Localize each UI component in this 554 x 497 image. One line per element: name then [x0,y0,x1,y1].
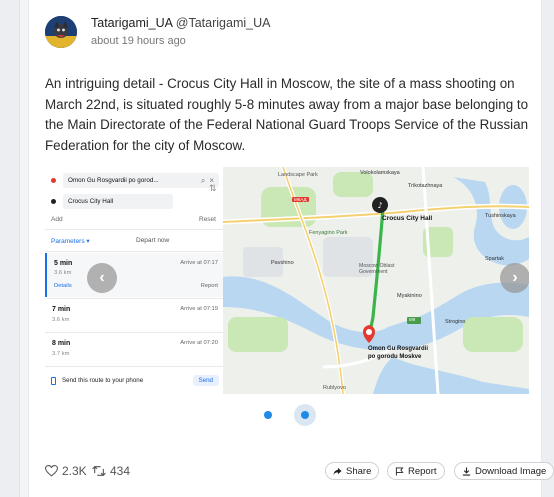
post-image-carousel[interactable]: Omon Gu Rosgvardii po gorod... ⌕ × ⇅ Cro… [45,167,529,394]
map-label-moscow-oblast-gov: Moscow Oblast Government [359,263,395,275]
download-image-button[interactable]: Download Image [454,462,554,480]
from-dot-icon [51,178,56,183]
phone-icon [51,376,56,385]
report-label: Report [408,465,437,477]
route-duration: 7 min [52,306,71,313]
download-label: Download Image [475,465,547,477]
map-label-spartak: Spartak [485,256,504,262]
swap-icon[interactable]: ⇅ [209,183,217,194]
author-avatar[interactable] [45,16,77,48]
repost-count: 434 [110,464,131,478]
route-to-field[interactable]: Crocus City Hall [68,198,168,205]
share-label: Share [346,465,372,477]
to-dot-icon [51,199,56,204]
route-from-row[interactable]: Omon Gu Rosgvardii po gorod... ⌕ × [51,173,219,188]
route-from-field[interactable]: Omon Gu Rosgvardii po gorod... [68,177,201,184]
carousel-dot[interactable] [264,411,272,419]
send-route-row: Send this route to your phone Send [51,375,219,386]
route-to-row[interactable]: Crocus City Hall [51,194,219,209]
route-distance: 3.6 km [52,317,70,323]
map-label-rublyovo: Rublyovo [323,385,346,391]
repost-stat[interactable]: 434 [92,464,130,478]
left-rail [0,0,20,497]
report-button[interactable]: Report [387,462,445,480]
map-label-tushinskaya: Tushinskaya [485,213,516,219]
author-line[interactable]: Tatarigami_UA @Tatarigami_UA [91,16,270,30]
map-label-trikotazhnaya: Trikotazhnaya [408,183,443,189]
author-name[interactable]: Tatarigami_UA [91,16,172,30]
post-footer: 2.3K 434 Share Report Download Image [45,462,554,482]
add-stop-link[interactable]: Add [51,216,63,223]
svg-text:♪: ♪ [377,201,382,210]
carousel-prev-button[interactable]: ‹ [87,263,117,293]
carousel-next-button[interactable]: › [500,263,529,293]
send-route-button[interactable]: Send [192,375,219,386]
map-label-myakinino: Myakinino [397,293,422,299]
flag-icon [395,466,404,476]
carousel-dot-active[interactable] [301,411,309,419]
share-button[interactable]: Share [325,462,380,480]
heart-icon [45,465,58,477]
route-duration: 5 min [54,260,73,267]
route-panel: Omon Gu Rosgvardii po gorod... ⌕ × ⇅ Cro… [45,167,223,394]
route-option[interactable]: 7 min 3.6 km Arrive at 07:19 [45,300,223,330]
route-option[interactable]: 8 min 3.7 km Arrive at 07:20 [45,334,223,364]
like-count: 2.3K [62,464,87,478]
divider [45,229,223,230]
route-details-link[interactable]: Details [54,283,72,289]
repost-icon [92,465,106,477]
route-arrival: Arrive at 07:20 [180,340,218,346]
divider [45,251,223,252]
carousel-pagination [29,404,543,426]
post-text: An intriguing detail - Crocus City Hall … [45,76,529,153]
route-distance: 3.7 km [52,351,70,357]
route-option[interactable]: 5 min 3.6 km Arrive at 07:17 Details Rep… [45,253,223,297]
route-arrival: Arrive at 07:19 [180,306,218,312]
map-road-number: М9 [409,317,416,322]
map-label-landscape-park: Landscape Park [278,172,318,178]
post-card: Tatarigami_UA @Tatarigami_UA about 19 ho… [28,0,554,497]
route-duration: 8 min [52,340,71,347]
map-label-pavshino: Pavshino [271,260,294,266]
divider [45,366,223,367]
author-handle[interactable]: @Tatarigami_UA [176,16,271,30]
reset-link[interactable]: Reset [199,216,216,223]
download-icon [462,466,471,476]
route-arrival: Arrive at 07:17 [180,260,218,266]
map-label-volokolamskaya: Volokolamskaya [360,170,400,176]
map-label-strogino: Strogino [445,319,466,325]
divider [45,332,223,333]
route-report-link[interactable]: Report [201,283,218,289]
parameters-dropdown[interactable]: Parameters ▾ [51,237,90,245]
map-label-crocus: Crocus City Hall [382,215,433,222]
send-route-label: Send this route to your phone [62,377,144,384]
route-distance: 3.6 km [54,270,72,276]
like-stat[interactable]: 2.3K [45,464,87,478]
depart-now[interactable]: Depart now [136,237,169,244]
post-timestamp: about 19 hours ago [91,35,186,47]
search-icon[interactable]: ⌕ [201,176,205,185]
map-label-omon-2: po gorodu Moskve [368,354,422,360]
divider [45,298,223,299]
share-icon [333,467,342,475]
map-road-mkad: МКАД [292,197,309,202]
map-label-fenyagino: Fenyagino Park [309,230,348,236]
map-label-omon-1: Omon Gu Rosgvardii [368,346,429,352]
